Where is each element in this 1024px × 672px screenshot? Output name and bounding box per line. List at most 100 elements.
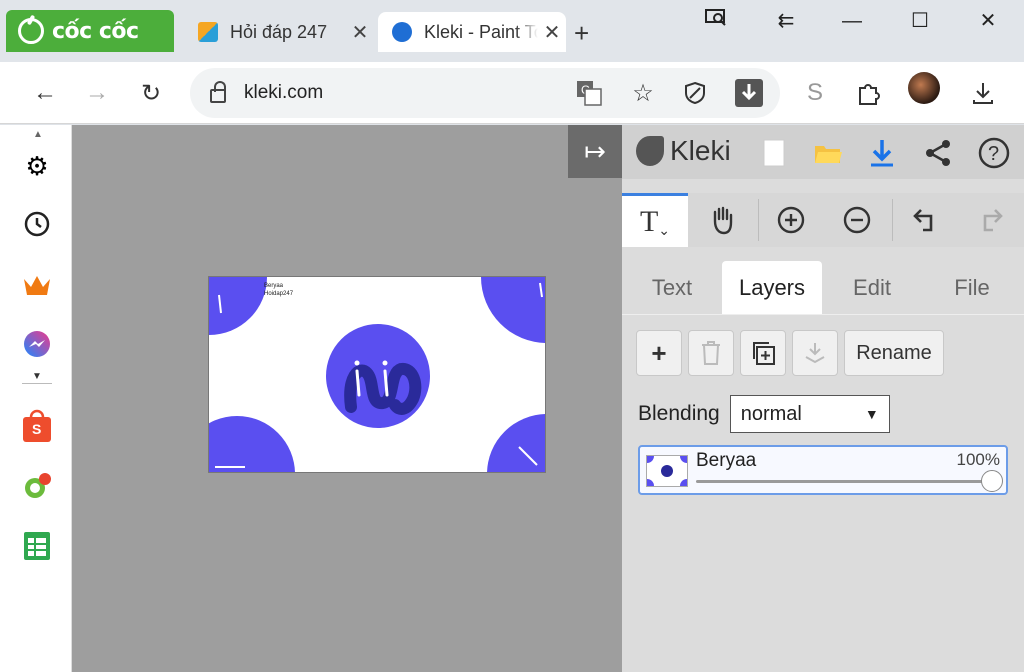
zoom-in-icon <box>777 206 805 234</box>
tab-actions-icon[interactable]: ⇇ <box>766 6 806 36</box>
corner-circle-top-right <box>481 277 545 343</box>
tab-layers[interactable]: Layers <box>722 261 822 315</box>
text-tool-button[interactable]: T ⌄ <box>622 193 688 247</box>
brand-label: cốc cốc <box>52 18 139 44</box>
crown-icon[interactable] <box>20 269 54 303</box>
blending-value: normal <box>740 402 802 425</box>
new-tab-button[interactable]: + <box>574 18 589 49</box>
merge-icon <box>805 343 825 364</box>
close-window-icon[interactable]: ✕ <box>968 6 1008 36</box>
coccoc-brand-button[interactable]: cốc cốc <box>6 10 174 52</box>
artwork <box>209 277 545 472</box>
text-tool-icon: T <box>639 204 659 238</box>
translate-icon[interactable]: G <box>570 74 608 112</box>
corner-circle-top-left <box>209 277 267 335</box>
blending-select[interactable]: normal ▼ <box>729 395 890 433</box>
redo-icon <box>983 209 1003 232</box>
blending-label: Blending <box>638 402 720 425</box>
kleki-brand-label: Kleki <box>670 135 731 166</box>
history-icon[interactable] <box>20 207 54 241</box>
profile-avatar[interactable] <box>908 72 940 104</box>
tab-title: Hỏi đáp 247 <box>230 21 328 42</box>
opacity-slider-knob[interactable] <box>981 470 1003 492</box>
hand-icon <box>713 206 733 235</box>
browser-window: cốc cốc Hỏi đáp 247 ✕ Kleki - Paint Tool… <box>0 0 1024 672</box>
sheets-icon[interactable] <box>20 529 54 563</box>
layer-opacity-slider[interactable] <box>696 470 1003 492</box>
maximize-icon[interactable]: ☐ <box>900 6 940 36</box>
tab-text[interactable]: Text <box>622 261 722 315</box>
collapse-panel-icon[interactable]: ↦ <box>568 125 622 178</box>
shield-icon[interactable] <box>676 74 714 112</box>
close-tab-icon[interactable]: ✕ <box>346 20 374 45</box>
layer-name: Beryaa <box>696 450 757 471</box>
kleki-favicon-icon <box>392 22 412 42</box>
reload-icon[interactable]: ↻ <box>132 74 170 112</box>
chevron-down-icon: ▼ <box>864 406 879 422</box>
search-tabs-icon[interactable] <box>696 6 736 36</box>
svg-text:?: ? <box>988 143 999 165</box>
chevron-down-icon: ⌄ <box>658 222 671 238</box>
canvas-text-site: Hoidap247 <box>264 291 294 297</box>
help-icon[interactable]: ? <box>976 135 1012 171</box>
hand-tool-button[interactable] <box>690 193 756 247</box>
tab-divider <box>622 314 1024 315</box>
zoom-in-button[interactable] <box>758 193 824 247</box>
panel-tabs: Text Layers Edit File <box>622 261 1024 315</box>
zoom-out-icon <box>843 206 871 234</box>
layer-opacity-label: 100% <box>956 450 1000 469</box>
layer-item[interactable]: Beryaa 100% <box>638 445 1008 495</box>
drawing-canvas[interactable]: Beryaa Hoidap247 <box>208 276 546 473</box>
forward-icon[interactable]: → <box>78 74 116 112</box>
navigation-bar: ← → ↻ kleki.com G ☆ S <box>0 62 1024 124</box>
canvas-text-name: Beryaa <box>264 283 284 289</box>
minimize-icon[interactable]: — <box>832 6 872 36</box>
add-layer-button[interactable]: + <box>636 330 682 376</box>
tab-title: Kleki - Paint Tool <box>424 21 538 42</box>
kleki-header: Kleki ? <box>622 125 1024 179</box>
corner-circle-bottom-left <box>209 416 295 472</box>
rename-layer-button[interactable]: Rename <box>844 330 944 376</box>
close-tab-icon[interactable]: ✕ <box>538 20 566 45</box>
duplicate-icon <box>753 342 775 365</box>
glyph-dot <box>382 360 388 366</box>
kleki-logo[interactable]: Kleki <box>636 135 731 167</box>
browser-sidebar: ▲ ⚙ ▼ S <box>0 125 72 672</box>
messenger-icon[interactable] <box>20 328 54 362</box>
settings-gear-icon[interactable]: ⚙ <box>20 149 54 183</box>
downloads-icon[interactable] <box>964 74 1002 112</box>
puzzle-extensions-icon[interactable] <box>850 74 888 112</box>
extension-s-icon[interactable]: S <box>796 74 834 112</box>
delete-layer-button[interactable] <box>688 330 734 376</box>
url-text: kleki.com <box>244 82 324 103</box>
kleki-panel: Kleki ? T ⌄ Text Layers Edit File + Rena… <box>622 125 1024 672</box>
svg-text:S: S <box>32 421 41 437</box>
redo-button[interactable] <box>958 193 1024 247</box>
scroll-up-icon[interactable]: ▲ <box>33 129 43 140</box>
hoidap-favicon-icon <box>198 22 218 42</box>
zoom-out-button[interactable] <box>824 193 890 247</box>
back-icon[interactable]: ← <box>26 74 64 112</box>
tab-bar: cốc cốc Hỏi đáp 247 ✕ Kleki - Paint Tool… <box>0 0 1024 62</box>
tab-edit[interactable]: Edit <box>822 261 922 315</box>
open-folder-icon[interactable] <box>810 135 846 171</box>
merge-layer-button[interactable] <box>792 330 838 376</box>
shopee-icon[interactable]: S <box>20 409 54 443</box>
download-extension-icon[interactable] <box>730 74 768 112</box>
coccoc-logo-icon <box>18 18 44 44</box>
coccoc-map-icon[interactable] <box>20 469 54 503</box>
sidebar-divider <box>22 383 52 384</box>
sidebar-more-icon[interactable]: ▼ <box>32 371 42 382</box>
new-file-icon[interactable] <box>756 135 792 171</box>
blending-row: Blending normal ▼ <box>638 395 890 433</box>
layer-thumbnail <box>640 449 694 493</box>
tab-kleki[interactable]: Kleki - Paint Tool ✕ <box>378 12 566 52</box>
share-icon[interactable] <box>920 135 956 171</box>
tab-file[interactable]: File <box>922 261 1022 315</box>
bookmark-star-icon[interactable]: ☆ <box>624 74 662 112</box>
undo-button[interactable] <box>892 193 958 247</box>
duplicate-layer-button[interactable] <box>740 330 786 376</box>
plus-icon: + <box>651 337 667 368</box>
save-download-icon[interactable] <box>864 135 900 171</box>
tab-hoidap[interactable]: Hỏi đáp 247 ✕ <box>184 12 374 52</box>
